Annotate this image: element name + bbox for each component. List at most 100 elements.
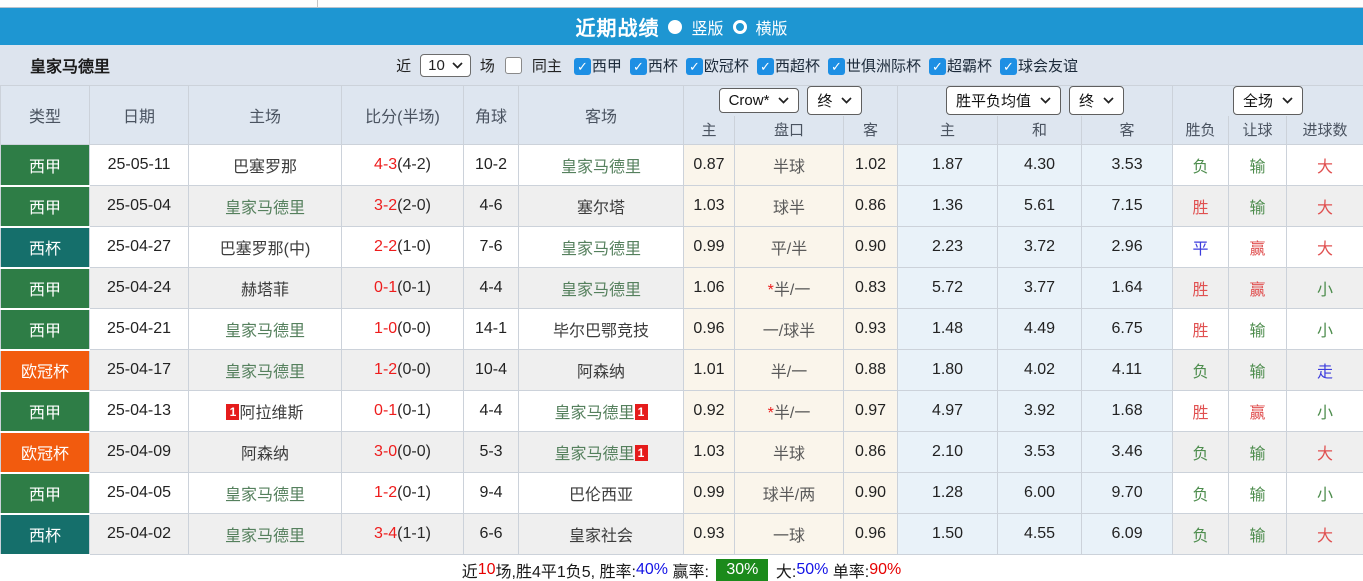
away-odds: 0.96 bbox=[842, 513, 899, 555]
result-handicap: 赢 bbox=[1228, 390, 1288, 432]
away-odds: 0.90 bbox=[842, 226, 899, 268]
score-cell: 0-1(0-1) bbox=[341, 267, 464, 309]
avg-home-odds: 4.97 bbox=[897, 390, 999, 432]
handicap: *半球 bbox=[734, 431, 844, 473]
sub-col-header: 主 bbox=[683, 115, 735, 145]
score-cell: 1-2(0-0) bbox=[341, 349, 464, 391]
league-checkbox-欧冠杯[interactable]: ✓ bbox=[685, 58, 703, 75]
col-header-corner: 角球 bbox=[463, 85, 519, 145]
avg-home-odds: 1.48 bbox=[897, 308, 999, 350]
corner-score: 4-4 bbox=[463, 267, 519, 309]
home-team-cell: 1皇家马德里 bbox=[188, 472, 342, 514]
league-checkbox-西超杯[interactable]: ✓ bbox=[756, 58, 774, 75]
score-cell: 2-2(1-0) bbox=[341, 226, 464, 268]
league-checkbox-超霸杯[interactable]: ✓ bbox=[928, 58, 946, 75]
result-goals: 大 bbox=[1286, 431, 1363, 473]
avg-home-odds: 5.72 bbox=[897, 267, 999, 309]
table-body: 西甲 25-05-11 1巴塞罗那 4-3(4-2) 10-2 皇家马德里1 0… bbox=[0, 144, 1363, 556]
sub-col-header: 客 bbox=[842, 115, 899, 145]
chevron-down-icon bbox=[1103, 97, 1114, 104]
league-type-badge: 西杯 bbox=[0, 226, 90, 269]
avg-draw-odds: 4.30 bbox=[997, 144, 1083, 186]
match-row: 西甲 25-04-05 1皇家马德里 1-2(0-1) 9-4 巴伦西亚1 0.… bbox=[0, 472, 1363, 515]
summary-segment: 40% bbox=[636, 561, 669, 578]
filter-bar: 皇家马德里 近 10 场 同主 ✓ 西甲 ✓ 西杯 ✓ 欧冠杯 ✓ 西超杯 ✓ 世俱洲际杯 ✓ 超霸杯… bbox=[0, 45, 1363, 85]
red-card-badge: 1 bbox=[634, 404, 648, 420]
odds-time-select[interactable]: 终 bbox=[807, 86, 863, 116]
match-date: 25-04-21 bbox=[89, 308, 189, 350]
vertical-layout-label[interactable]: 竖版 bbox=[691, 15, 723, 39]
away-odds: 0.83 bbox=[842, 267, 899, 309]
avg-draw-odds: 3.77 bbox=[997, 267, 1083, 309]
result-handicap: 输 bbox=[1228, 513, 1288, 555]
home-odds: 0.92 bbox=[683, 390, 735, 432]
match-row: 欧冠杯 25-04-17 1皇家马德里 1-2(0-0) 10-4 阿森纳1 1… bbox=[0, 349, 1363, 392]
top-remnant-strip bbox=[0, 0, 1363, 8]
horizontal-layout-radio[interactable] bbox=[732, 19, 747, 34]
match-row: 西甲 25-04-21 1皇家马德里 1-0(0-0) 14-1 毕尔巴鄂竞技1… bbox=[0, 308, 1363, 351]
result-win-draw-lose: 负 bbox=[1172, 144, 1230, 186]
avg-away-odds: 9.70 bbox=[1081, 472, 1174, 514]
avg-draw-odds: 4.02 bbox=[997, 349, 1083, 391]
summary-line: 近 10 场,胜4平1负5, 胜率: 40% 赢率: 30% 大: 50% 单率: 90% bbox=[0, 555, 1363, 581]
match-count-select[interactable]: 10 bbox=[420, 53, 471, 77]
near-label: 近 bbox=[396, 57, 412, 75]
match-date: 25-05-04 bbox=[89, 185, 189, 227]
horizontal-layout-label[interactable]: 横版 bbox=[756, 15, 788, 39]
same-home-checkbox[interactable] bbox=[504, 56, 522, 74]
handicap: *半/一 bbox=[734, 349, 844, 391]
league-label: 欧冠杯 bbox=[703, 57, 749, 75]
score-cell: 4-3(4-2) bbox=[341, 144, 464, 186]
home-team-cell: 1皇家马德里 bbox=[188, 185, 342, 227]
league-checkbox-西甲[interactable]: ✓ bbox=[573, 58, 591, 75]
summary-segment: 50% bbox=[796, 561, 829, 578]
match-date: 25-05-11 bbox=[89, 144, 189, 186]
result-win-draw-lose: 胜 bbox=[1172, 390, 1230, 432]
home-odds: 0.99 bbox=[683, 472, 735, 514]
match-row: 西甲 25-04-24 1赫塔菲 0-1(0-1) 4-4 皇家马德里1 1.0… bbox=[0, 267, 1363, 310]
avg-home-odds: 2.10 bbox=[897, 431, 999, 473]
away-odds: 0.90 bbox=[842, 472, 899, 514]
match-date: 25-04-13 bbox=[89, 390, 189, 432]
table-header: 类型 日期 主场 比分(半场) 角球 客场 Crow* 终 胜平负均值 终 全场… bbox=[0, 85, 1363, 145]
same-home-label: 同主 bbox=[531, 57, 562, 75]
avg-home-odds: 2.23 bbox=[897, 226, 999, 268]
away-team-cell: 塞尔塔1 bbox=[518, 185, 684, 227]
away-team-cell: 皇家马德里1 bbox=[518, 267, 684, 309]
league-label: 世俱洲际杯 bbox=[845, 57, 921, 75]
odds-company-select[interactable]: Crow* bbox=[718, 88, 800, 114]
league-type-badge: 西甲 bbox=[0, 472, 90, 515]
league-label: 超霸杯 bbox=[946, 57, 992, 75]
sub-col-header: 进球数 bbox=[1286, 115, 1363, 145]
away-team-cell: 皇家社会1 bbox=[518, 513, 684, 555]
summary-segment: 10 bbox=[477, 561, 496, 578]
league-checkbox-世俱洲际杯[interactable]: ✓ bbox=[827, 58, 845, 75]
summary-segment: 赢率: bbox=[668, 564, 714, 581]
match-row: 西杯 25-04-27 1巴塞罗那(中) 2-2(1-0) 7-6 皇家马德里1… bbox=[0, 226, 1363, 269]
avg-away-odds: 6.75 bbox=[1081, 308, 1174, 350]
league-checkbox-西杯[interactable]: ✓ bbox=[629, 58, 647, 75]
match-date: 25-04-27 bbox=[89, 226, 189, 268]
sub-col-header: 胜负 bbox=[1172, 115, 1230, 145]
avg-away-odds: 1.64 bbox=[1081, 267, 1174, 309]
col-header-away: 客场 bbox=[518, 85, 684, 145]
scope-select[interactable]: 全场 bbox=[1233, 86, 1304, 116]
avg-odds-select[interactable]: 胜平负均值 bbox=[946, 86, 1062, 116]
sub-col-header: 让球 bbox=[1228, 115, 1288, 145]
avg-time-select[interactable]: 终 bbox=[1069, 86, 1125, 116]
result-handicap: 赢 bbox=[1228, 267, 1288, 309]
corner-score: 6-6 bbox=[463, 513, 519, 555]
home-odds: 0.99 bbox=[683, 226, 735, 268]
vertical-layout-radio[interactable] bbox=[668, 19, 683, 34]
home-team-cell: 1巴塞罗那(中) bbox=[188, 226, 342, 268]
home-team-cell: 1阿森纳 bbox=[188, 431, 342, 473]
away-odds: 0.86 bbox=[842, 431, 899, 473]
odds-dropdown-group: Crow* 终 bbox=[682, 85, 899, 116]
chevron-down-icon bbox=[778, 97, 790, 104]
match-date: 25-04-02 bbox=[89, 513, 189, 555]
league-checkbox-球会友谊[interactable]: ✓ bbox=[999, 58, 1017, 75]
avg-away-odds: 7.15 bbox=[1081, 185, 1174, 227]
avg-away-odds: 1.68 bbox=[1081, 390, 1174, 432]
avg-home-odds: 1.36 bbox=[897, 185, 999, 227]
result-handicap: 输 bbox=[1228, 472, 1288, 514]
